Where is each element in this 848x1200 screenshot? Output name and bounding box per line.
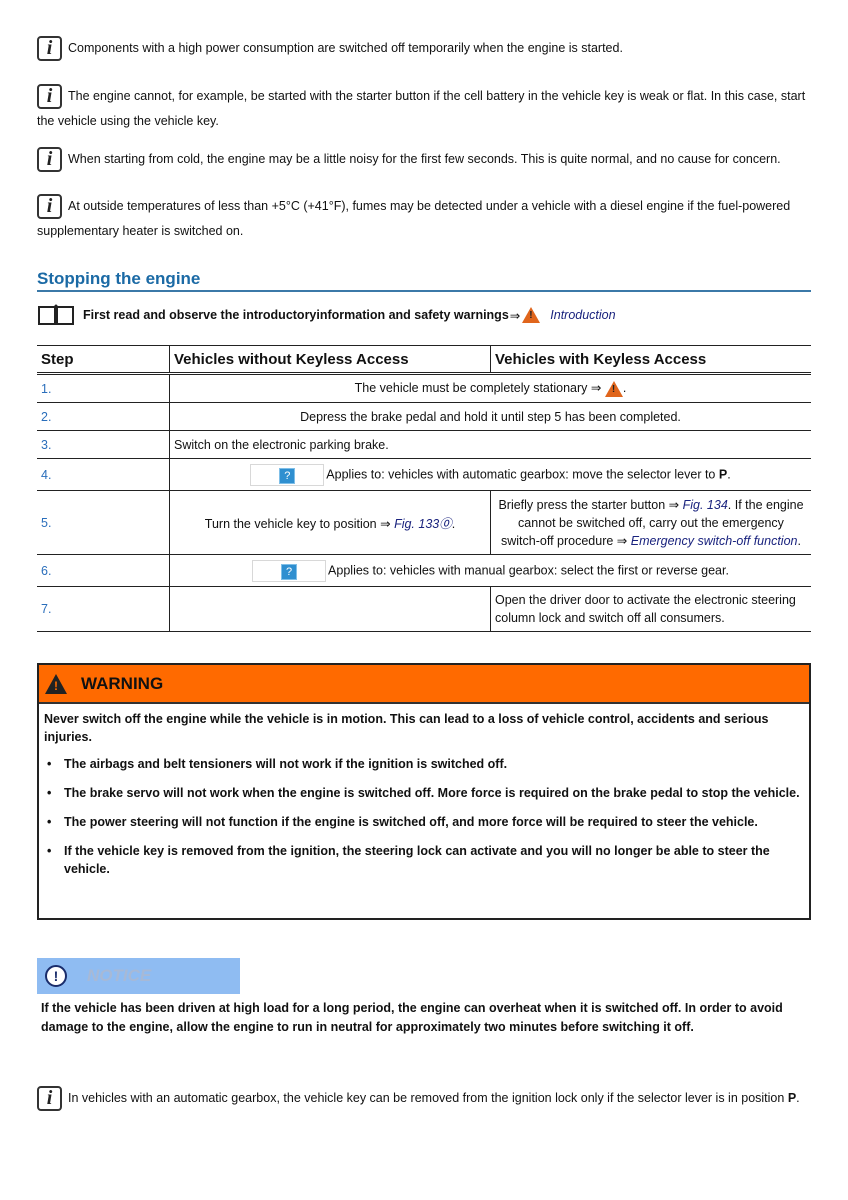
warning-box: WARNING Never switch off the engine whil… — [37, 663, 811, 920]
header-without-keyless: Vehicles without Keyless Access — [169, 345, 491, 375]
step-text-with-keyless: Open the driver door to activate the ele… — [490, 586, 811, 632]
step-text: ? Applies to: vehicles with automatic gea… — [169, 458, 811, 491]
step-text-with-keyless: Briefly press the starter button ⇒ Fig. … — [490, 490, 811, 555]
book-icon — [38, 304, 74, 325]
header-step: Step — [37, 345, 170, 375]
table-row: 6. ? Applies to: vehicles with manual gea… — [37, 554, 811, 587]
table-row: 5. Turn the vehicle key to position ⇒ Fi… — [37, 490, 811, 555]
fig-134-link[interactable]: Fig. 134 — [683, 498, 728, 512]
info-icon: i — [37, 147, 62, 173]
step-text: Depress the brake pedal and hold it unti… — [169, 402, 811, 431]
warning-icon — [45, 673, 67, 694]
info-note: i In vehicles with an automatic gearbox, … — [37, 1086, 800, 1112]
step-number: 1. — [37, 373, 170, 403]
warning-body: Never switch off the engine while the ve… — [39, 704, 809, 895]
step-number: 5. — [37, 490, 170, 555]
missing-image-placeholder: ? — [250, 463, 325, 486]
info-note: i At outside temperatures of less than +5… — [37, 194, 791, 239]
step-text-without-keyless: Turn the vehicle key to position ⇒ Fig. … — [169, 490, 491, 555]
table-row: 4. ? Applies to: vehicles with automatic … — [37, 458, 811, 491]
warning-intro: Never switch off the engine while the ve… — [44, 712, 769, 744]
exclamation-circle-icon: ! — [45, 965, 67, 987]
warning-bullet: The airbags and belt tensioners will not… — [44, 755, 804, 773]
table-row: 3. Switch on the electronic parking brak… — [37, 430, 811, 459]
info-icon: i — [37, 194, 62, 220]
notice-header: ! NOTICE — [37, 958, 240, 994]
table-row: 1. The vehicle must be completely statio… — [37, 373, 811, 403]
info-icon: i — [37, 1086, 62, 1112]
step-number: 3. — [37, 430, 170, 459]
intro-line: First read and observe the introductoryi… — [37, 303, 616, 327]
table-row: 2. Depress the brake pedal and hold it u… — [37, 402, 811, 431]
step-text: The vehicle must be completely stationar… — [169, 373, 811, 403]
table-header-row: Step Vehicles without Keyless Access Veh… — [37, 345, 811, 375]
warning-bullet: If the vehicle key is removed from the i… — [44, 842, 804, 878]
header-with-keyless: Vehicles with Keyless Access — [490, 345, 811, 375]
warning-bullet: The power steering will not function if … — [44, 813, 804, 831]
missing-image-placeholder: ? — [252, 559, 327, 582]
table-row: 7. Open the driver door to activate the … — [37, 586, 811, 632]
step-number: 6. — [37, 554, 170, 587]
warning-list: The airbags and belt tensioners will not… — [44, 755, 804, 878]
section-heading: Stopping the engine — [37, 268, 811, 292]
question-icon: ? — [281, 563, 298, 580]
notice-label: NOTICE — [87, 966, 152, 985]
info-note: i The engine cannot, for example, be star… — [37, 84, 806, 129]
info-icon: i — [37, 84, 62, 110]
introduction-link[interactable]: Introduction — [550, 308, 615, 322]
step-text: ? Applies to: vehicles with manual gearbo… — [169, 554, 811, 587]
step-number: 4. — [37, 458, 170, 491]
warning-header: WARNING — [39, 665, 809, 704]
step-number: 2. — [37, 402, 170, 431]
step-text: Switch on the electronic parking brake. — [169, 430, 811, 459]
emergency-switch-off-link[interactable]: Emergency switch-off function — [631, 534, 798, 548]
step-text-without-keyless — [169, 586, 491, 632]
info-note: i When starting from cold, the engine may… — [37, 147, 781, 173]
info-icon: i — [37, 36, 62, 62]
warning-bullet: The brake servo will not work when the e… — [44, 784, 804, 802]
fig-133-link[interactable]: Fig. 133⓪ — [394, 517, 452, 531]
info-note: i Components with a high power consumptio… — [37, 36, 623, 62]
notice-body: If the vehicle has been driven at high l… — [41, 1001, 783, 1034]
warning-label: WARNING — [81, 673, 164, 693]
step-number: 7. — [37, 586, 170, 632]
warning-triangle-icon[interactable] — [604, 380, 623, 397]
steps-table: Step Vehicles without Keyless Access Veh… — [37, 345, 811, 632]
question-icon: ? — [279, 467, 296, 484]
warning-triangle-icon — [522, 307, 541, 323]
